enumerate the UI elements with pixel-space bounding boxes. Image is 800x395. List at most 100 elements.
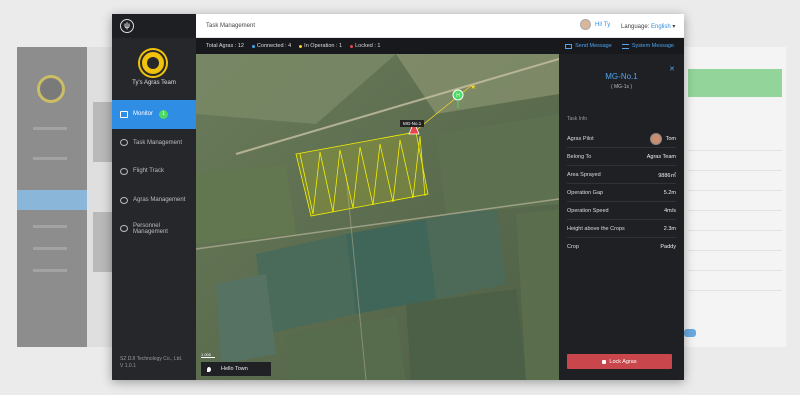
map-canvas: H ★ <box>196 54 559 380</box>
user-greeting: Hi! Ty <box>595 21 611 28</box>
sidebar-item-label: Flight Track <box>133 168 165 175</box>
total-agras-count: Total Agras : 12 <box>206 43 244 49</box>
pilot-avatar <box>649 132 662 145</box>
sidebar-nav: Monitor 1 Task Management Flight Track A… <box>112 100 196 243</box>
ghost-nav-line <box>33 127 67 130</box>
language-label: Language: <box>621 24 650 30</box>
info-value: Agras Team <box>646 153 676 160</box>
connected-dot-icon <box>251 44 255 48</box>
list-icon <box>621 43 629 49</box>
ghost-team-logo <box>37 75 65 103</box>
lock-agras-button[interactable]: Lock Agras <box>567 354 672 369</box>
sidebar-item-monitor[interactable]: Monitor 1 <box>112 100 196 129</box>
drone-label: MG-No.1 <box>400 120 425 127</box>
ghost-sidebar <box>17 47 87 347</box>
background-window-right <box>684 47 786 347</box>
sidebar-item-label: Personnel Management <box>132 222 168 235</box>
info-row-speed: Operation Speed 4m/s <box>567 202 676 220</box>
envelope-icon <box>565 43 573 49</box>
info-row-gap: Operation Gap 5.2m <box>567 184 676 202</box>
location-name: Hello Town <box>221 366 248 372</box>
sidebar-item-agras-management[interactable]: Agras Management <box>112 186 196 215</box>
info-value: 4m/s <box>664 207 676 214</box>
ghost-button <box>684 329 696 337</box>
sidebar-item-task-management[interactable]: Task Management <box>112 129 196 158</box>
info-row-belong: Belong To Agras Team <box>567 148 676 166</box>
user-avatar <box>580 19 591 30</box>
target-star-icon: ★ <box>470 83 476 91</box>
task-icon <box>120 139 128 147</box>
team-logo <box>140 50 166 76</box>
screen: ψ Ty's Agras Team Monitor 1 Task Managem… <box>0 0 800 395</box>
notification-badge: 1 <box>159 109 169 119</box>
language-selector[interactable]: Language: English ▾ <box>621 23 675 30</box>
info-value: 5.2m <box>663 189 676 196</box>
location-label: Hello Town <box>201 362 271 376</box>
ghost-row <box>688 137 782 151</box>
drone-icon <box>120 196 128 204</box>
ghost-row <box>688 217 782 231</box>
operation-dot-icon <box>299 44 303 48</box>
chevron-down-icon: ▾ <box>672 24 676 30</box>
ghost-row <box>688 177 782 191</box>
ghost-row <box>688 157 782 171</box>
flight-track-icon <box>120 167 128 175</box>
sidebar: ψ Ty's Agras Team Monitor 1 Task Managem… <box>112 14 196 380</box>
info-key: Operation Gap <box>567 189 604 196</box>
info-key: Operation Speed <box>567 207 609 214</box>
drone-info-panel: ✕ MG-No.1 ( MG-1s ) Task Info Agras Pilo… <box>559 54 684 380</box>
system-message-button[interactable]: System Message <box>621 43 674 49</box>
page-title: Task Management <box>206 23 256 29</box>
locked-dot-icon <box>350 44 354 48</box>
sidebar-item-flight-track[interactable]: Flight Track <box>112 157 196 186</box>
lock-button-label: Lock Agras <box>609 358 637 365</box>
info-key: Agras Pilot <box>567 135 594 142</box>
team-name: Ty's Agras Team <box>132 80 176 86</box>
company-name: SZ DJI Technology Co., Ltd. <box>120 356 183 362</box>
info-key: Belong To <box>567 153 592 160</box>
info-row-pilot: Agras Pilot Tom <box>567 130 676 148</box>
ghost-row <box>688 237 782 251</box>
top-header: Task Management Hi! Ty Language: English… <box>196 14 684 38</box>
send-message-button[interactable]: Send Message <box>565 43 612 49</box>
info-value: 2.3m <box>663 225 676 232</box>
sidebar-item-label: Monitor <box>133 111 154 118</box>
drone-name: MG-No.1 <box>605 72 638 81</box>
sidebar-top-bar: ψ <box>112 14 196 38</box>
dji-logo-icon[interactable]: ψ <box>120 19 134 33</box>
person-icon <box>120 225 128 233</box>
location-pin-icon <box>207 366 211 372</box>
ghost-row <box>688 197 782 211</box>
info-key: Area Sprayed <box>567 171 601 178</box>
ghost-nav-line <box>33 247 67 250</box>
sidebar-item-label: Agras Management <box>133 197 186 204</box>
sidebar-footer: SZ DJI Technology Co., Ltd. V 1.0.1 <box>120 356 182 370</box>
app-window: ψ Ty's Agras Team Monitor 1 Task Managem… <box>112 14 684 380</box>
ghost-nav-line <box>33 157 67 160</box>
status-actions: Send Message System Message <box>555 38 674 54</box>
language-value: English <box>651 24 671 30</box>
info-value: Tom <box>649 132 676 145</box>
ghost-nav-active <box>17 190 87 210</box>
info-row-height: Height above the Crops 2.3m <box>567 220 676 238</box>
info-value: Paddy <box>660 244 676 250</box>
svg-text:H: H <box>456 93 460 99</box>
satellite-map[interactable]: H ★ MG-No.1 1 000 Hello Town <box>196 54 559 380</box>
sidebar-item-personnel-management[interactable]: Personnel Management <box>112 214 196 243</box>
info-key: Height above the Crops <box>567 225 625 232</box>
info-row-area: Area Sprayed 9886㎡ <box>567 166 676 184</box>
map-scale: 1 000 <box>201 352 215 358</box>
ghost-row <box>688 277 782 291</box>
ghost-nav-line <box>33 269 67 272</box>
user-menu[interactable]: Hi! Ty <box>580 19 610 30</box>
status-bar: Total Agras : 12 Connected : 4 In Operat… <box>196 38 684 54</box>
connected-count: Connected : 4 <box>251 43 291 49</box>
ghost-nav-line <box>33 225 67 228</box>
drone-model: ( MG-1s ) <box>610 84 633 90</box>
ghost-row <box>688 257 782 271</box>
ghost-banner <box>688 69 782 97</box>
version-label: V 1.0.1 <box>120 363 136 369</box>
locked-count: Locked : 1 <box>350 43 380 49</box>
operation-count: In Operation : 1 <box>299 43 342 49</box>
lock-icon <box>602 359 607 364</box>
